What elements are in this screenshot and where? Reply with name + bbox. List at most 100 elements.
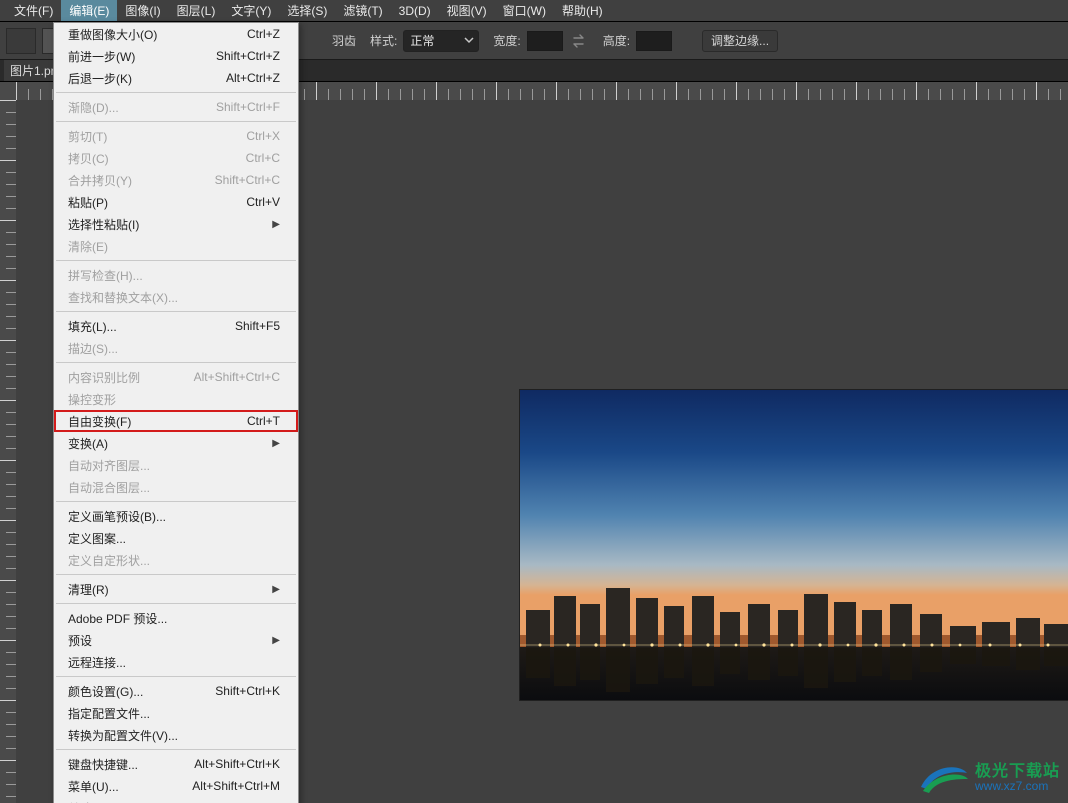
menu-item[interactable]: 清理(R) ▶ [54,578,298,600]
menu-item-label: 自动对齐图层... [68,457,150,474]
menu-item-label: 清理(R) [68,581,109,598]
menu-item-label: 定义图案... [68,530,126,547]
refine-edge-button[interactable]: 调整边缘... [702,30,778,52]
menu-item-shortcut: Shift+Ctrl+C [215,173,280,187]
menu-view[interactable]: 视图(V) [439,0,495,21]
menu-item-label: 转换为配置文件(V)... [68,727,178,744]
menu-item[interactable]: 定义图案... [54,527,298,549]
menu-item[interactable]: 键盘快捷键...Alt+Shift+Ctrl+K [54,753,298,775]
menu-edit[interactable]: 编辑(E) [61,0,117,21]
menu-item[interactable]: 变换(A)▶ [54,432,298,454]
swap-icon[interactable] [569,31,589,51]
menu-item[interactable]: 预设▶ [54,629,298,651]
width-label: 宽度: [493,32,520,49]
menu-item-label: 定义画笔预设(B)... [68,508,166,525]
menu-image[interactable]: 图像(I) [117,0,168,21]
height-input[interactable] [636,31,672,51]
menu-label: 文字(Y) [231,2,271,19]
menu-item[interactable]: 颜色设置(G)... Shift+Ctrl+K [54,680,298,702]
refine-edge-label: 调整边缘... [711,32,769,49]
menu-item-label: 拷贝(C) [68,150,109,167]
menu-item[interactable]: 选择性粘贴(I) ▶ [54,213,298,235]
menu-item: 自动对齐图层... [54,454,298,476]
menu-label: 视图(V) [447,2,487,19]
menu-item[interactable]: 填充(L)...Shift+F5 [54,315,298,337]
menu-item: 自动混合图层... [54,476,298,498]
chevron-right-icon: ▶ [272,584,280,595]
menu-item-label: 重做图像大小(O) [68,26,157,43]
menu-separator [56,92,296,93]
menu-label: 帮助(H) [562,2,603,19]
menu-label: 文件(F) [14,2,53,19]
menu-item-shortcut: Shift+F5 [235,319,280,333]
menu-separator [56,121,296,122]
menu-item[interactable]: Adobe PDF 预设... [54,607,298,629]
menu-item[interactable]: 重做图像大小(O)Ctrl+Z [54,23,298,45]
menu-item-label: 选择性粘贴(I) [68,216,139,233]
active-tool-swatch[interactable] [6,28,36,54]
menu-item[interactable]: 前进一步(W) Shift+Ctrl+Z [54,45,298,67]
menu-item[interactable]: 转换为配置文件(V)... [54,724,298,746]
menu-item-shortcut: Ctrl+T [247,414,280,428]
menu-item[interactable]: 定义画笔预设(B)... [54,505,298,527]
menu-item-label: 操控变形 [68,391,116,408]
menu-item-label: 预设 [68,632,92,649]
menu-item[interactable]: 自由变换(F) Ctrl+T [54,410,298,432]
menu-item-label: 查找和替换文本(X)... [68,289,178,306]
menu-item-label: 渐隐(D)... [68,99,119,116]
menu-item: 剪切(T) Ctrl+X [54,125,298,147]
menu-item-label: 远程连接... [68,654,126,671]
menu-3d[interactable]: 3D(D) [391,0,439,21]
chevron-right-icon: ▶ [272,219,280,230]
menu-item-label: 颜色设置(G)... [68,683,143,700]
menu-item: 查找和替换文本(X)... [54,286,298,308]
menu-item: 描边(S)... [54,337,298,359]
menu-item: 渐隐(D)...Shift+Ctrl+F [54,96,298,118]
menu-item-label: 定义自定形状... [68,552,150,569]
menu-select[interactable]: 选择(S) [279,0,335,21]
menu-item: 拼写检查(H)... [54,264,298,286]
menu-item[interactable]: 远程连接... [54,651,298,673]
menu-item-label: 自由变换(F) [68,413,131,430]
menu-window[interactable]: 窗口(W) [495,0,554,21]
menu-item-label: 剪切(T) [68,128,107,145]
chevron-down-icon [464,34,474,48]
menu-separator [56,676,296,677]
menu-item[interactable]: 粘贴(P)Ctrl+V [54,191,298,213]
menubar: 文件(F) 编辑(E) 图像(I) 图层(L) 文字(Y) 选择(S) 滤镜(T… [0,0,1068,22]
menu-item[interactable]: 首选项(N)▶ [54,797,298,803]
menu-item: 拷贝(C)Ctrl+C [54,147,298,169]
antialias-label: 羽齿 [332,32,356,49]
menu-item-label: 自动混合图层... [68,479,150,496]
menu-item-label: 键盘快捷键... [68,756,138,773]
menu-label: 图层(L) [177,2,216,19]
menu-separator [56,501,296,502]
menu-item-label: 前进一步(W) [68,48,135,65]
menu-label: 编辑(E) [69,2,109,19]
menu-item[interactable]: 指定配置文件... [54,702,298,724]
chevron-right-icon: ▶ [272,438,280,449]
style-select-value: 正常 [410,32,434,49]
width-input[interactable] [527,31,563,51]
menu-item-label: 后退一步(K) [68,70,132,87]
menu-item-label: 合并拷贝(Y) [68,172,132,189]
menu-item[interactable]: 后退一步(K)Alt+Ctrl+Z [54,67,298,89]
menu-item-label: 指定配置文件... [68,705,150,722]
menu-item: 定义自定形状... [54,549,298,571]
menu-type[interactable]: 文字(Y) [223,0,279,21]
menu-file[interactable]: 文件(F) [6,0,61,21]
menu-filter[interactable]: 滤镜(T) [335,0,390,21]
menu-help[interactable]: 帮助(H) [554,0,611,21]
menu-item: 内容识别比例Alt+Shift+Ctrl+C [54,366,298,388]
document-tab-label: 图片1.pn [10,62,57,79]
menu-layer[interactable]: 图层(L) [169,0,224,21]
menu-label: 图像(I) [125,2,160,19]
menu-item-shortcut: Shift+Ctrl+Z [216,49,280,63]
document-image[interactable] [520,390,1068,700]
menu-item-label: 描边(S)... [68,340,118,357]
menu-item-shortcut: Shift+Ctrl+K [215,684,280,698]
menu-item[interactable]: 菜单(U)...Alt+Shift+Ctrl+M [54,775,298,797]
menu-item-shortcut: Ctrl+X [246,129,280,143]
style-select[interactable]: 正常 [403,30,479,52]
menu-item-shortcut: Alt+Shift+Ctrl+M [192,779,280,793]
